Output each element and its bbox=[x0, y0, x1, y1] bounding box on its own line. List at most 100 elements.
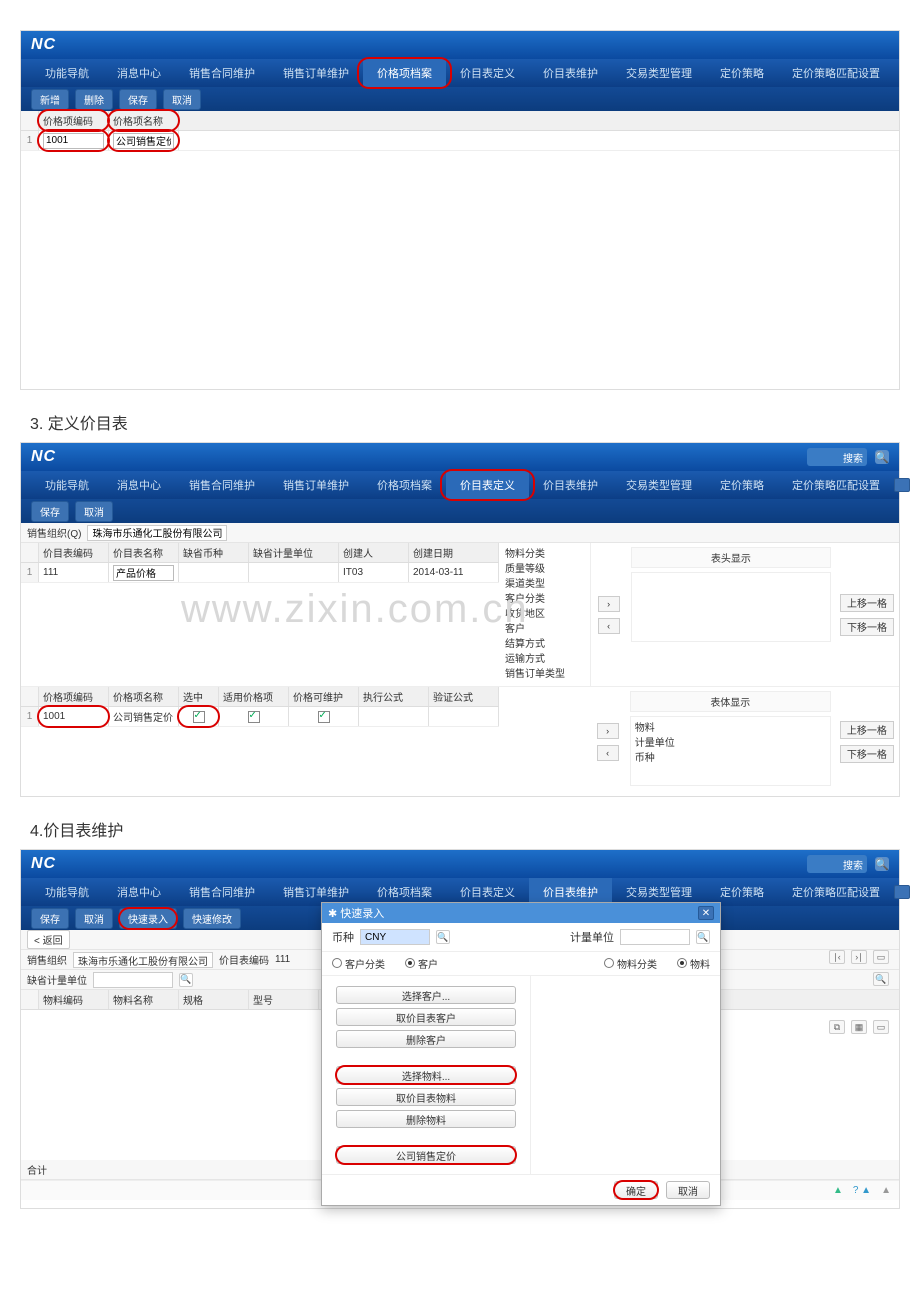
arrow-left2-icon[interactable]: ‹ bbox=[597, 745, 619, 761]
btn-select-mat[interactable]: 选择物料... bbox=[336, 1066, 516, 1084]
def-row2[interactable]: 1 1001 公司销售定价 bbox=[21, 707, 499, 727]
btn-move-up[interactable]: 上移一格 bbox=[840, 594, 894, 612]
r2-sel[interactable] bbox=[179, 707, 219, 726]
radio-cust-cat[interactable]: 客户分类 bbox=[332, 956, 385, 971]
nav3-msg[interactable]: 消息中心 bbox=[103, 878, 175, 906]
btn2-cancel[interactable]: 取消 bbox=[75, 501, 113, 522]
nav2-contract[interactable]: 销售合同维护 bbox=[175, 471, 269, 499]
k8[interactable]: 销售订单类型 bbox=[505, 667, 584, 682]
copy-icon[interactable]: ⧉ bbox=[829, 1020, 845, 1034]
dlg-curr-lookup-icon[interactable]: 🔍 bbox=[436, 930, 450, 944]
nav-price-archive[interactable]: 价格项档案 bbox=[363, 59, 446, 87]
nav3-match[interactable]: 定价策略匹配设置 bbox=[778, 878, 894, 906]
nav2-pricing[interactable]: 定价策略 bbox=[706, 471, 778, 499]
btn-get-list-mat[interactable]: 取价目表物料 bbox=[336, 1088, 516, 1106]
btn-select-cust[interactable]: 选择客户... bbox=[336, 986, 516, 1004]
nav-order[interactable]: 销售订单维护 bbox=[269, 59, 363, 87]
nav3-contract[interactable]: 销售合同维护 bbox=[175, 878, 269, 906]
nav2-func[interactable]: 功能导航 bbox=[31, 471, 103, 499]
nav-price-maint[interactable]: 价目表维护 bbox=[529, 59, 612, 87]
expand-icon[interactable]: ▲ bbox=[881, 1185, 891, 1196]
dlg-ok-button[interactable]: 确定 bbox=[614, 1181, 658, 1199]
nav2-trade[interactable]: 交易类型管理 bbox=[612, 471, 706, 499]
side-key-list[interactable]: 物料分类 质量等级 渠道类型 客户分类 收货地区 客户 结算方式 运输方式 销售… bbox=[499, 543, 591, 686]
detail-icon[interactable]: ▭ bbox=[873, 950, 889, 964]
btn-get-list-cust[interactable]: 取价目表客户 bbox=[336, 1008, 516, 1026]
btn-new[interactable]: 新增 bbox=[31, 89, 69, 110]
dlg-unit-input[interactable] bbox=[620, 929, 690, 945]
k3[interactable]: 客户分类 bbox=[505, 592, 584, 607]
close-icon[interactable]: ✕ bbox=[698, 906, 714, 920]
nav2-msg[interactable]: 消息中心 bbox=[103, 471, 175, 499]
checkbox-editable[interactable] bbox=[318, 711, 330, 723]
dlg-curr-input[interactable] bbox=[360, 929, 430, 945]
k2[interactable]: 渠道类型 bbox=[505, 577, 584, 592]
btn-del[interactable]: 删除 bbox=[75, 89, 113, 110]
search-box-3[interactable]: 搜索 bbox=[807, 855, 867, 873]
nav3-func[interactable]: 功能导航 bbox=[31, 878, 103, 906]
search-icon[interactable]: 🔍 bbox=[875, 450, 889, 464]
bi1[interactable]: 计量单位 bbox=[635, 734, 826, 749]
window-small-icon[interactable]: ▭ bbox=[873, 1020, 889, 1034]
k5[interactable]: 客户 bbox=[505, 622, 584, 637]
btn-save[interactable]: 保存 bbox=[119, 89, 157, 110]
back-button[interactable]: < 返回 bbox=[27, 930, 70, 949]
arrow-right2-icon[interactable]: › bbox=[597, 723, 619, 739]
k4[interactable]: 收货地区 bbox=[505, 607, 584, 622]
window-icon[interactable] bbox=[894, 478, 910, 492]
arrow-right-icon[interactable]: › bbox=[598, 596, 620, 612]
nav-contract[interactable]: 销售合同维护 bbox=[175, 59, 269, 87]
btn-move-up2[interactable]: 上移一格 bbox=[840, 721, 894, 739]
search-box[interactable]: 搜索 bbox=[807, 448, 867, 466]
radio-mat[interactable]: 物料 bbox=[677, 956, 710, 971]
search-small-icon[interactable]: 🔍 bbox=[873, 972, 889, 986]
r2-apply[interactable] bbox=[219, 707, 289, 726]
next-page-icon[interactable]: ›∣ bbox=[851, 950, 867, 964]
nav-pricing-match[interactable]: 定价策略匹配设置 bbox=[778, 59, 894, 87]
org-input[interactable] bbox=[87, 525, 227, 541]
grid-icon[interactable]: ▦ bbox=[851, 1020, 867, 1034]
nav2-match[interactable]: 定价策略匹配设置 bbox=[778, 471, 894, 499]
bi2[interactable]: 币种 bbox=[635, 749, 826, 764]
nav-price-def[interactable]: 价目表定义 bbox=[446, 59, 529, 87]
name-input[interactable] bbox=[113, 133, 174, 149]
nav-msg[interactable]: 消息中心 bbox=[103, 59, 175, 87]
search-icon-3[interactable]: 🔍 bbox=[875, 857, 889, 871]
nav2-price-def[interactable]: 价目表定义 bbox=[446, 471, 529, 499]
dlg-unit-lookup-icon[interactable]: 🔍 bbox=[696, 930, 710, 944]
btn3-save[interactable]: 保存 bbox=[31, 908, 69, 929]
r1-name[interactable] bbox=[109, 563, 179, 582]
unit-input[interactable] bbox=[93, 972, 173, 988]
nav2-price-maint[interactable]: 价目表维护 bbox=[529, 471, 612, 499]
dlg-cancel-button[interactable]: 取消 bbox=[666, 1181, 710, 1199]
lookup-icon[interactable]: 🔍 bbox=[179, 973, 193, 987]
bi0[interactable]: 物料 bbox=[635, 719, 826, 734]
grid1-row[interactable]: 1 bbox=[21, 131, 899, 151]
btn3-quick-entry[interactable]: 快速录入 bbox=[119, 908, 177, 929]
cell-code[interactable] bbox=[39, 131, 109, 150]
window-icon-3[interactable] bbox=[894, 885, 910, 899]
btn-del-mat[interactable]: 删除物料 bbox=[336, 1110, 516, 1128]
btn-move-down[interactable]: 下移一格 bbox=[840, 618, 894, 636]
nav2-order[interactable]: 销售订单维护 bbox=[269, 471, 363, 499]
nav-pricing[interactable]: 定价策略 bbox=[706, 59, 778, 87]
k1[interactable]: 质量等级 bbox=[505, 562, 584, 577]
radio-cust[interactable]: 客户 bbox=[405, 956, 438, 971]
r1-name-input[interactable] bbox=[113, 565, 174, 581]
cell-name[interactable] bbox=[109, 131, 179, 150]
k7[interactable]: 运输方式 bbox=[505, 652, 584, 667]
arrow-left-icon[interactable]: ‹ bbox=[598, 618, 620, 634]
nav2-archive[interactable]: 价格项档案 bbox=[363, 471, 446, 499]
checkbox-sel[interactable] bbox=[193, 711, 205, 723]
radio-mat-cat[interactable]: 物料分类 bbox=[604, 956, 657, 971]
k0[interactable]: 物料分类 bbox=[505, 547, 584, 562]
checkbox-apply[interactable] bbox=[248, 711, 260, 723]
r2-editable[interactable] bbox=[289, 707, 359, 726]
hint-icon[interactable]: ▲ bbox=[833, 1185, 843, 1196]
btn3-quick-edit[interactable]: 快速修改 bbox=[183, 908, 241, 929]
btn-company-price[interactable]: 公司销售定价 bbox=[336, 1146, 516, 1164]
k6[interactable]: 结算方式 bbox=[505, 637, 584, 652]
btn2-save[interactable]: 保存 bbox=[31, 501, 69, 522]
first-page-icon[interactable]: ∣‹ bbox=[829, 950, 845, 964]
btn3-cancel[interactable]: 取消 bbox=[75, 908, 113, 929]
